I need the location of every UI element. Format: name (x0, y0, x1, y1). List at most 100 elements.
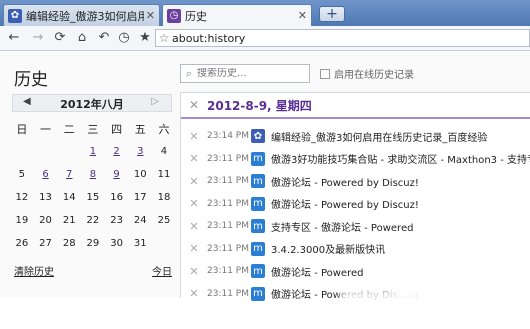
weekday-label: 日 (16, 122, 28, 136)
entry-time: 23:11 PM (207, 221, 249, 232)
maxthon-icon: m (251, 241, 265, 256)
history-entry[interactable]: ✕ 23:14 PM ✿ 编辑经验_傲游3如何启用在线历史记录_百度经验 (181, 125, 530, 148)
calendar-day: 18 (157, 192, 171, 203)
close-icon[interactable]: ✕ (146, 9, 155, 22)
search-input[interactable] (197, 68, 297, 79)
calendar-day: 31 (133, 238, 147, 249)
undo-icon[interactable]: ↶ (96, 30, 112, 46)
tab-history[interactable]: ◷ 历史 ✕ (162, 4, 312, 26)
calendar-day: 23 (110, 215, 123, 226)
history-entry[interactable]: ✕ 23:11 PM m 支持专区 - 傲游论坛 - Powered (181, 215, 530, 238)
history-list-panel: ✕ 2012-8-9, 星期四 ✕ 23:14 PM ✿ 编辑经验_傲游3如何启用在线… (180, 92, 530, 301)
calendar-day: 5 (18, 169, 26, 180)
calendar-day[interactable]: 2 (105, 146, 129, 157)
online-history-checkbox[interactable] (320, 68, 330, 79)
calendar-day[interactable]: 1 (81, 146, 105, 157)
calendar-week-row: 5 6 7 8 9 10 11 (10, 163, 176, 186)
calendar-day[interactable]: 8 (81, 169, 105, 180)
weekday-label: 四 (111, 122, 123, 136)
history-icon[interactable]: ◷ (116, 30, 132, 46)
calendar-day: 16 (110, 192, 123, 203)
calendar-week-row: 1234 (10, 140, 176, 163)
weekday-label: 一 (40, 122, 52, 136)
calendar-month: 2012年八月 (60, 98, 124, 111)
calendar-day[interactable]: 3 (128, 146, 152, 157)
refresh-icon[interactable]: ⟳ (52, 30, 68, 46)
entry-title-link[interactable]: 3.4.2.3000及最新版快讯 (271, 241, 385, 256)
maxthon-icon: m (251, 286, 265, 301)
entry-title-link[interactable]: 傲游论坛 - Powered (271, 264, 363, 279)
calendar-day: 21 (62, 215, 76, 226)
today-link[interactable]: 今日 (152, 263, 172, 278)
calendar-header: ◀ 2012年八月 ▷ (12, 94, 172, 112)
calendar-day: 20 (39, 215, 52, 226)
history-entry[interactable]: ✕ 23:11 PM m 傲游3好功能技巧集合贴 - 求助交流区 - Maxthon3… (181, 148, 530, 171)
forward-icon[interactable]: → (30, 30, 46, 46)
remove-entry-icon[interactable]: ✕ (181, 197, 207, 210)
entry-time: 23:11 PM (207, 176, 249, 187)
remove-entry-icon[interactable]: ✕ (181, 152, 207, 165)
address-url[interactable]: about:history (172, 32, 245, 45)
calendar-week-row: 26 27 28 29 30 31 (10, 232, 176, 255)
entry-title-link[interactable]: 傲游论坛 - Powered by Discuz! (271, 196, 419, 211)
calendar-day: 10 (133, 169, 147, 180)
redaction-blur (340, 289, 420, 329)
online-history-option[interactable]: 启用在线历史记录 (320, 66, 414, 81)
weekday-label: 六 (158, 122, 170, 136)
search-box[interactable]: ⌕ (180, 64, 310, 83)
history-entry[interactable]: ✕23:11 PMm 傲游论坛 - Powered by Discuz! (181, 193, 530, 216)
calendar-day: 14 (62, 192, 76, 203)
home-icon[interactable]: ⌂ (74, 30, 90, 46)
calendar-grid: 日 一 二 三 四 五 六 1 2 3 4 5 6 7 8 9 10 11 12 13 14 15 16 17 1… (10, 117, 176, 255)
calendar-day: 12 (15, 192, 29, 203)
calendar-day: 27 (39, 238, 52, 249)
calendar-day: 13 (39, 192, 52, 203)
clear-history-link[interactable]: 清除历史 (14, 263, 54, 278)
close-icon[interactable]: ✕ (298, 9, 307, 22)
tab-title: 编辑经验_傲游3如何启用在线历史 (26, 9, 144, 23)
history-icon: ◷ (167, 8, 181, 23)
page-title: 历史 (14, 70, 48, 90)
entry-time: 23:14 PM (207, 131, 249, 142)
address-bar[interactable]: ☆ about:history (155, 29, 530, 47)
entry-time: 23:11 PM (207, 243, 249, 254)
remove-entry-icon[interactable]: ✕ (181, 130, 207, 143)
calendar-day: 15 (86, 192, 100, 203)
maxthon-icon: m (251, 151, 265, 166)
calendar-day[interactable]: 7 (57, 169, 81, 180)
calendar-day: 4 (160, 146, 168, 157)
weekday-label: 二 (63, 122, 75, 136)
calendar-day: 25 (157, 215, 171, 226)
history-entry[interactable]: ✕ 23:11 PM m 3.4.2.3000及最新版快讯 (181, 238, 530, 261)
back-icon[interactable]: ← (6, 30, 22, 46)
maxthon-icon: m (251, 196, 265, 211)
entry-title-link[interactable]: 编辑经验_傲游3如何启用在线历史记录_百度经验 (271, 129, 487, 144)
calendar-day: 19 (15, 215, 29, 226)
tab-strip: ✿ 编辑经验_傲游3如何启用在线历史 ✕ ◷ 历史 ✕ + (0, 0, 530, 26)
online-history-label: 启用在线历史记录 (334, 70, 414, 81)
calendar-day: 30 (110, 238, 123, 249)
remove-entry-icon[interactable]: ✕ (181, 175, 207, 188)
remove-entry-icon[interactable]: ✕ (181, 220, 207, 233)
bookmark-star-icon[interactable]: ☆ (156, 31, 172, 45)
remove-entry-icon[interactable]: ✕ (181, 242, 207, 255)
calendar-day[interactable]: 6 (34, 169, 58, 180)
remove-day-icon[interactable]: ✕ (181, 98, 207, 112)
calendar-day[interactable]: 9 (105, 169, 129, 180)
maxthon-icon: m (251, 174, 265, 189)
entry-title-link[interactable]: 傲游论坛 - Powered by Discuz! (271, 174, 419, 189)
weekday-label: 五 (134, 122, 146, 136)
new-tab-button[interactable]: + (319, 6, 345, 22)
entry-title-link[interactable]: 傲游3好功能技巧集合贴 - 求助交流区 - Maxthon3 - 支持专区 - (271, 151, 530, 166)
calendar-weekday-row: 日 一 二 三 四 五 六 (10, 117, 176, 140)
favorites-star-icon[interactable]: ★ (137, 30, 153, 46)
tab-baidu-jingyan[interactable]: ✿ 编辑经验_傲游3如何启用在线历史 ✕ (3, 4, 160, 26)
calendar-day: 11 (157, 169, 171, 180)
remove-entry-icon[interactable]: ✕ (181, 265, 207, 278)
next-month-button[interactable]: ▷ (151, 96, 159, 107)
weekday-label: 三 (87, 122, 99, 136)
calendar-week-row: 19 20 21 22 23 24 25 (10, 209, 176, 232)
entry-title-link[interactable]: 支持专区 - 傲游论坛 - Powered (271, 219, 413, 234)
remove-entry-icon[interactable]: ✕ (181, 287, 207, 300)
history-entry[interactable]: ✕23:11 PMm 傲游论坛 - Powered by Discuz! (181, 170, 530, 193)
